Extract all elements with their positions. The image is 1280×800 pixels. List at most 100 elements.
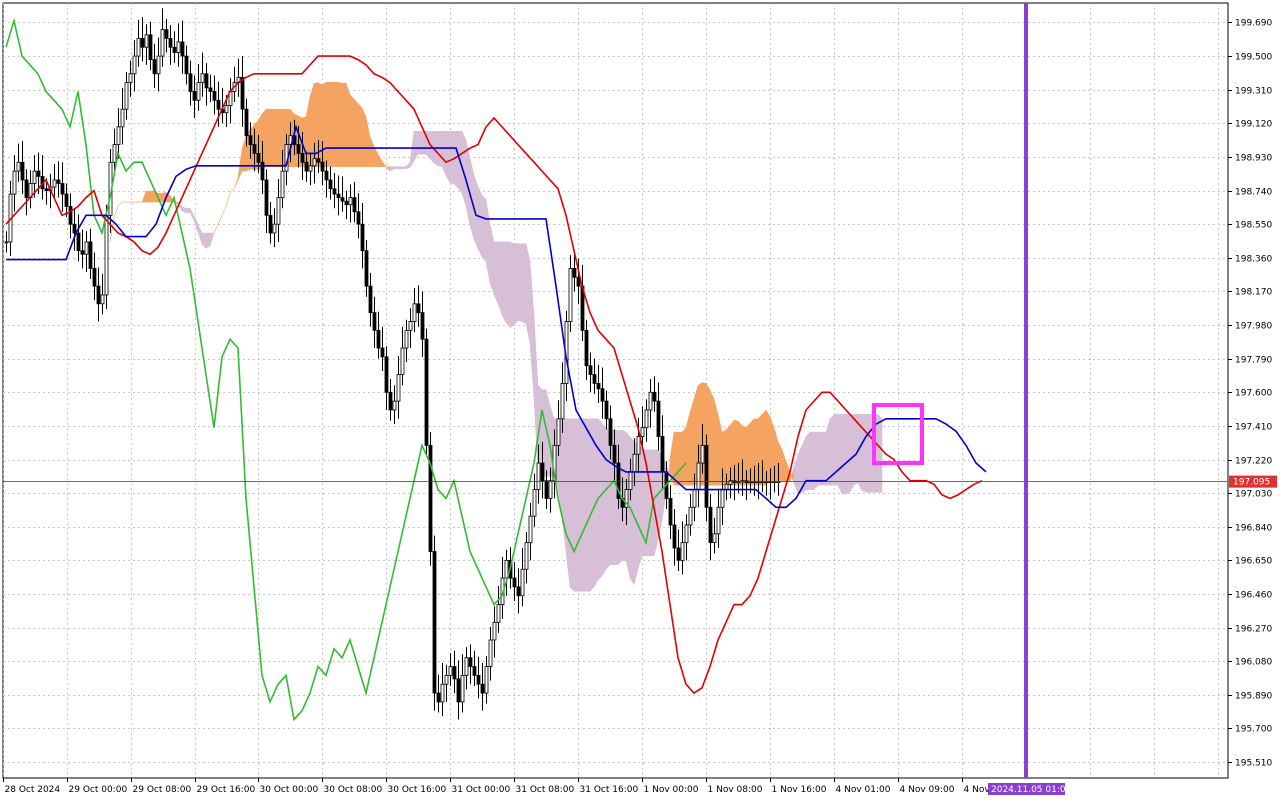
candle-body[interactable] <box>388 391 393 411</box>
candle-body[interactable] <box>572 268 577 278</box>
candle-body[interactable] <box>720 489 725 508</box>
candle-body[interactable] <box>324 170 329 181</box>
candle-body[interactable] <box>152 59 157 75</box>
candle-body[interactable] <box>556 418 561 446</box>
candle-body[interactable] <box>264 179 269 216</box>
candle-body[interactable] <box>144 34 149 48</box>
candle-body[interactable] <box>280 170 285 199</box>
candle-body[interactable] <box>68 206 73 225</box>
candle-body[interactable] <box>224 105 229 114</box>
candle-body[interactable] <box>296 144 301 154</box>
candle-body[interactable] <box>88 241 93 269</box>
candle-body[interactable] <box>256 152 261 163</box>
candle-body[interactable] <box>80 250 85 255</box>
candle-body[interactable] <box>628 471 633 490</box>
candle-body[interactable] <box>156 55 161 75</box>
candle-body[interactable] <box>72 223 77 234</box>
candle-body[interactable] <box>248 135 253 145</box>
candle-body[interactable] <box>208 87 213 92</box>
candle-body[interactable] <box>568 268 573 322</box>
candle-body[interactable] <box>56 179 61 184</box>
candle-body[interactable] <box>440 683 445 703</box>
candle-body[interactable] <box>304 161 309 172</box>
candle-body[interactable] <box>368 285 373 314</box>
candle-body[interactable] <box>24 179 29 199</box>
candle-body[interactable] <box>92 268 97 287</box>
candle-body[interactable] <box>700 444 705 464</box>
candle-body[interactable] <box>680 542 685 561</box>
candle-body[interactable] <box>32 170 37 184</box>
candle-body[interactable] <box>244 108 249 137</box>
candle-body[interactable] <box>360 223 365 252</box>
candle-body[interactable] <box>636 436 641 455</box>
chart-svg[interactable]: 199.690 199.500 199.310 199.120 198.930 198.7… <box>0 0 1280 800</box>
candle-body[interactable] <box>276 197 281 225</box>
candle-body[interactable] <box>608 418 613 446</box>
candle-body[interactable] <box>432 551 437 694</box>
candle-body[interactable] <box>16 161 21 172</box>
candle-body[interactable] <box>684 524 689 544</box>
candle-body[interactable] <box>252 144 257 154</box>
candle-body[interactable] <box>200 73 205 84</box>
candle-body[interactable] <box>128 73 133 84</box>
candle-body[interactable] <box>476 674 481 685</box>
candle-body[interactable] <box>392 400 397 411</box>
candle-body[interactable] <box>272 223 277 234</box>
candle-body[interactable] <box>172 46 177 53</box>
candle-body[interactable] <box>104 214 109 296</box>
candle-body[interactable] <box>656 400 661 437</box>
candle-body[interactable] <box>484 666 489 694</box>
candle-body[interactable] <box>448 666 453 676</box>
candle-body[interactable] <box>52 179 57 188</box>
candle-body[interactable] <box>332 188 337 195</box>
candle-body[interactable] <box>436 692 441 703</box>
candle-body[interactable] <box>676 547 681 561</box>
candle-body[interactable] <box>724 483 729 490</box>
candle-body[interactable] <box>408 321 413 331</box>
candle-body[interactable] <box>64 193 69 207</box>
candle-body[interactable] <box>516 586 521 597</box>
candle-body[interactable] <box>180 41 185 57</box>
candle-body[interactable] <box>456 678 461 703</box>
candle-body[interactable] <box>536 462 541 490</box>
candle-body[interactable] <box>96 285 101 305</box>
candle-body[interactable] <box>544 480 549 499</box>
candle-body[interactable] <box>136 37 141 57</box>
candle-body[interactable] <box>12 170 17 195</box>
candle-body[interactable] <box>496 604 501 623</box>
candle-body[interactable] <box>308 165 313 172</box>
candle-body[interactable] <box>600 388 605 402</box>
candle-body[interactable] <box>4 241 9 244</box>
candle-body[interactable] <box>384 356 389 393</box>
candle-body[interactable] <box>472 666 477 676</box>
candle-body[interactable] <box>20 161 25 181</box>
candle-body[interactable] <box>124 82 129 110</box>
candle-body[interactable] <box>372 312 377 331</box>
candle-body[interactable] <box>192 91 197 101</box>
candle-body[interactable] <box>696 462 701 490</box>
candle-body[interactable] <box>652 391 657 402</box>
candle-body[interactable] <box>160 29 165 57</box>
candle-body[interactable] <box>356 211 361 225</box>
candle-body[interactable] <box>416 303 421 314</box>
candle-body[interactable] <box>380 347 385 358</box>
candle-body[interactable] <box>44 188 49 191</box>
candle-body[interactable] <box>668 498 673 526</box>
candle-body[interactable] <box>532 489 537 517</box>
candle-body[interactable] <box>176 41 181 53</box>
candle-body[interactable] <box>404 329 409 349</box>
candle-body[interactable] <box>468 657 473 667</box>
candle-body[interactable] <box>76 232 81 252</box>
candle-body[interactable] <box>560 383 565 420</box>
candle-body[interactable] <box>524 542 529 570</box>
candle-body[interactable] <box>420 312 425 340</box>
candle-body[interactable] <box>268 214 273 234</box>
candle-body[interactable] <box>216 99 221 110</box>
candle-body[interactable] <box>412 303 417 322</box>
candle-body[interactable] <box>540 462 545 482</box>
candle-body[interactable] <box>400 347 405 375</box>
candle-body[interactable] <box>712 533 717 544</box>
candle-body[interactable] <box>196 82 201 101</box>
candle-body[interactable] <box>184 55 189 75</box>
candle-body[interactable] <box>164 29 169 39</box>
